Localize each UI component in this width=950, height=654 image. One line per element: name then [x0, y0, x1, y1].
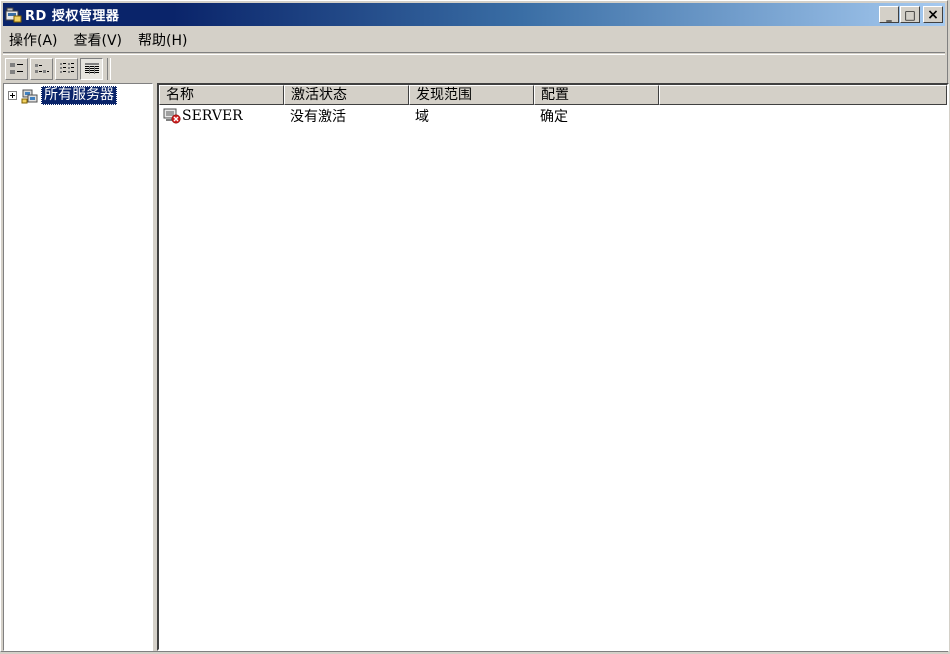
list-view-icon	[59, 62, 74, 73]
toolbar	[3, 54, 945, 82]
window-controls: _ □ ×	[878, 6, 943, 23]
close-icon: ×	[927, 6, 939, 23]
menu-bar: 操作(A) 查看(V) 帮助(H)	[3, 28, 945, 53]
server-error-icon	[163, 108, 181, 124]
column-header-filler	[659, 85, 947, 105]
large-icons-view-button[interactable]	[5, 57, 28, 80]
column-header-config[interactable]: 配置	[534, 85, 659, 105]
window-title: RD 授权管理器	[25, 9, 120, 24]
menu-help[interactable]: 帮助(H)	[132, 30, 193, 50]
detail-view-icon	[84, 62, 99, 74]
maximize-icon: □	[904, 7, 916, 22]
cell-scope: 域	[415, 109, 429, 125]
cell-config: 确定	[540, 109, 568, 125]
column-header-scope[interactable]: 发现范围	[409, 85, 534, 105]
minimize-button[interactable]: _	[879, 6, 899, 23]
tree-label-all-servers[interactable]: 所有服务器	[41, 86, 117, 105]
close-button[interactable]: ×	[923, 6, 943, 23]
minimize-icon: _	[886, 9, 892, 22]
toolbar-separator	[107, 57, 111, 80]
cell-name: SERVER	[159, 108, 284, 124]
large-icons-view-icon	[9, 62, 23, 74]
app-window: RD 授权管理器 _ □ × 操作(A) 查看(V) 帮助(H) 所有服务器 名…	[0, 0, 949, 652]
maximize-button[interactable]: □	[900, 6, 920, 23]
title-bar[interactable]: RD 授权管理器 _ □ ×	[3, 3, 945, 26]
tree-pane[interactable]: 所有服务器	[3, 83, 153, 651]
list-view-button[interactable]	[55, 57, 78, 80]
server-group-icon	[21, 88, 39, 104]
menu-action[interactable]: 操作(A)	[3, 30, 64, 50]
small-icons-view-icon	[34, 63, 49, 73]
table-row[interactable]: SERVER 没有激活 域 确定	[159, 106, 947, 126]
cell-activation: 没有激活	[290, 109, 346, 125]
tree-node-all-servers[interactable]: 所有服务器	[8, 86, 117, 105]
column-header-name[interactable]: 名称	[159, 85, 284, 105]
expand-icon[interactable]	[8, 91, 17, 100]
menu-view[interactable]: 查看(V)	[68, 30, 129, 50]
detail-view-button[interactable]	[80, 57, 103, 80]
list-header: 名称 激活状态 发现范围 配置	[159, 85, 947, 105]
small-icons-view-button[interactable]	[30, 57, 53, 80]
license-manager-icon	[5, 7, 22, 23]
server-name: SERVER	[182, 108, 243, 124]
list-pane[interactable]: 名称 激活状态 发现范围 配置 SERVER 没有激活 域 确定	[157, 83, 949, 651]
column-header-activation[interactable]: 激活状态	[284, 85, 409, 105]
